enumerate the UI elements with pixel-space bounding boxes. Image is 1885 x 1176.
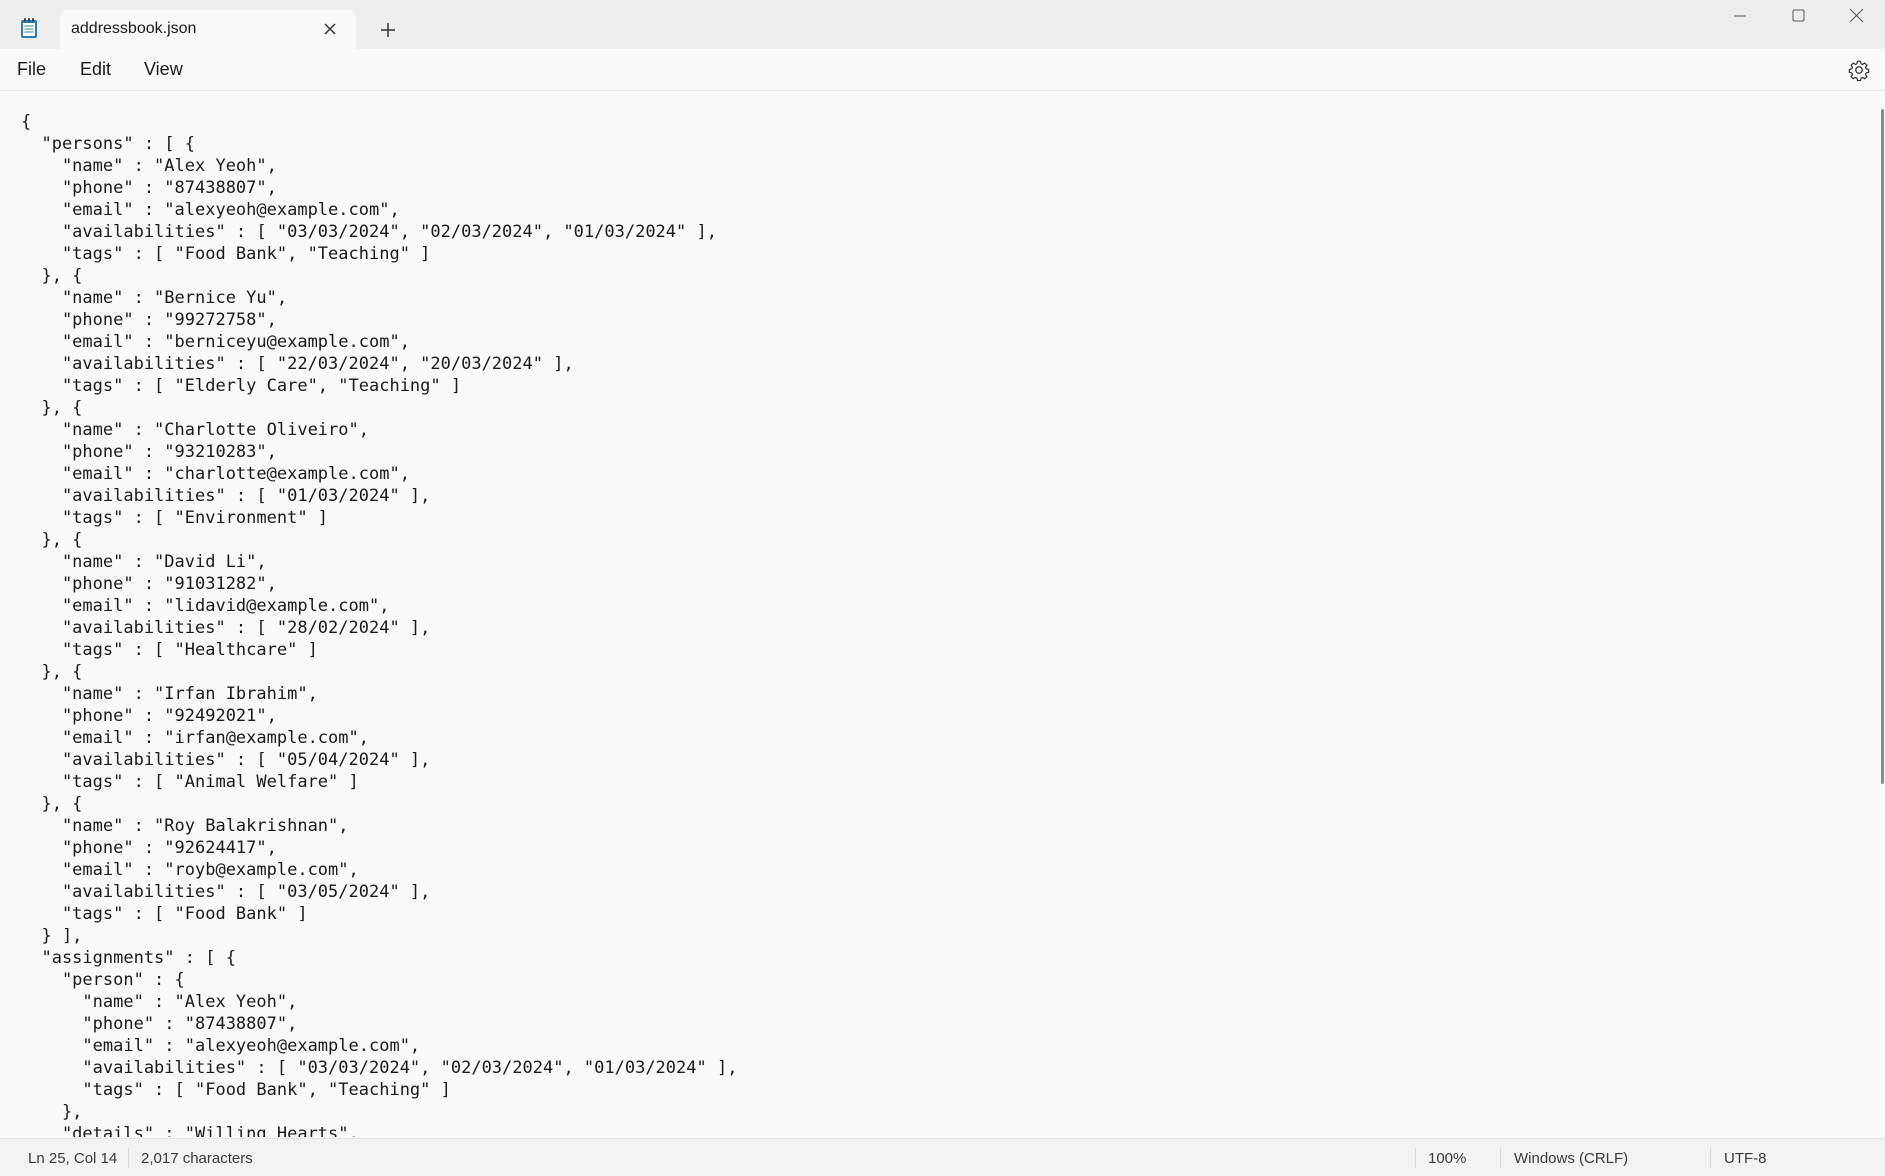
editor-line[interactable]: "email" : "royb@example.com",	[21, 860, 359, 880]
editor-line[interactable]: "name" : "Alex Yeoh",	[21, 156, 277, 176]
menu-view[interactable]: View	[144, 59, 183, 80]
minimize-icon	[1734, 15, 1746, 17]
editor-line[interactable]: }, {	[21, 794, 82, 814]
character-count: 2,017 characters	[141, 1150, 253, 1167]
editor-line[interactable]: }, {	[21, 530, 82, 550]
cursor-position[interactable]: Ln 25, Col 14	[28, 1150, 117, 1167]
close-icon[interactable]	[320, 19, 340, 39]
editor-line[interactable]: "name" : "Irfan Ibrahim",	[21, 684, 318, 704]
editor-line[interactable]: "phone" : "99272758",	[21, 310, 277, 330]
editor-line[interactable]: "phone" : "93210283",	[21, 442, 277, 462]
status-divider	[1500, 1148, 1501, 1168]
editor-line[interactable]: "phone" : "91031282",	[21, 574, 277, 594]
editor-line[interactable]: "tags" : [ "Food Bank" ]	[21, 904, 308, 924]
close-icon	[1849, 8, 1864, 23]
editor-line[interactable]: "email" : "irfan@example.com",	[21, 728, 369, 748]
editor-line[interactable]: }, {	[21, 266, 82, 286]
menu-bar: File Edit View	[0, 49, 1885, 91]
text-editor[interactable]: { "persons" : [ { "name" : "Alex Yeoh", …	[0, 91, 1885, 1137]
maximize-button[interactable]	[1770, 0, 1828, 33]
editor-line[interactable]: "name" : "David Li",	[21, 552, 267, 572]
editor-line[interactable]: "email" : "lidavid@example.com",	[21, 596, 390, 616]
menu-edit[interactable]: Edit	[80, 59, 111, 80]
gear-icon[interactable]	[1848, 59, 1870, 82]
scrollbar-thumb[interactable]	[1881, 109, 1884, 784]
editor-line[interactable]: "details" : "Willing Hearts",	[21, 1124, 359, 1137]
editor-line[interactable]: "availabilities" : [ "28/02/2024" ],	[21, 618, 430, 638]
editor-line[interactable]: "tags" : [ "Animal Welfare" ]	[21, 772, 359, 792]
editor-line[interactable]: "email" : "charlotte@example.com",	[21, 464, 410, 484]
editor-line[interactable]: "availabilities" : [ "03/03/2024", "02/0…	[21, 222, 717, 242]
editor-line[interactable]: "tags" : [ "Elderly Care", "Teaching" ]	[21, 376, 461, 396]
line-ending[interactable]: Windows (CRLF)	[1514, 1150, 1628, 1167]
maximize-icon	[1792, 9, 1805, 22]
editor-line[interactable]: "phone" : "92624417",	[21, 838, 277, 858]
editor-line[interactable]: } ],	[21, 926, 82, 946]
encoding[interactable]: UTF-8	[1724, 1150, 1767, 1167]
editor-line[interactable]: "name" : "Alex Yeoh",	[21, 992, 297, 1012]
editor-line[interactable]: "availabilities" : [ "01/03/2024" ],	[21, 486, 430, 506]
editor-line[interactable]: }, {	[21, 662, 82, 682]
editor-line[interactable]: "availabilities" : [ "05/04/2024" ],	[21, 750, 430, 770]
window-close-button[interactable]	[1828, 0, 1885, 33]
editor-line[interactable]: {	[21, 112, 31, 132]
title-bar[interactable]: addressbook.json	[0, 0, 1885, 49]
menu-file[interactable]: File	[17, 59, 46, 80]
editor-line[interactable]: "persons" : [ {	[21, 134, 195, 154]
plus-icon[interactable]	[376, 18, 400, 42]
status-divider	[1710, 1148, 1711, 1168]
editor-line[interactable]: "tags" : [ "Environment" ]	[21, 508, 328, 528]
status-divider	[1415, 1148, 1416, 1168]
editor-line[interactable]: "email" : "berniceyu@example.com",	[21, 332, 410, 352]
editor-line[interactable]: "person" : {	[21, 970, 185, 990]
editor-line[interactable]: "availabilities" : [ "03/05/2024" ],	[21, 882, 430, 902]
editor-line[interactable]: "tags" : [ "Food Bank", "Teaching" ]	[21, 1080, 450, 1100]
notepad-window: addressbook.json File Edit View {"perso…	[0, 0, 1885, 1176]
editor-content[interactable]: { "persons" : [ { "name" : "Alex Yeoh", …	[21, 111, 737, 1137]
tab-title: addressbook.json	[71, 20, 197, 37]
editor-line[interactable]: }, {	[21, 398, 82, 418]
editor-line[interactable]: "tags" : [ "Healthcare" ]	[21, 640, 318, 660]
editor-line[interactable]: "name" : "Roy Balakrishnan",	[21, 816, 349, 836]
editor-line[interactable]: "phone" : "87438807",	[21, 178, 277, 198]
editor-line[interactable]: "availabilities" : [ "22/03/2024", "20/0…	[21, 354, 574, 374]
editor-line[interactable]: "email" : "alexyeoh@example.com",	[21, 1036, 420, 1056]
editor-line[interactable]: "phone" : "87438807",	[21, 1014, 297, 1034]
editor-line[interactable]: "email" : "alexyeoh@example.com",	[21, 200, 400, 220]
editor-line[interactable]: "tags" : [ "Food Bank", "Teaching" ]	[21, 244, 430, 264]
notepad-app-icon	[20, 17, 38, 39]
editor-line[interactable]: "assignments" : [ {	[21, 948, 235, 968]
tab-addressbook-json[interactable]: addressbook.json	[60, 10, 356, 49]
status-bar: Ln 25, Col 14 2,017 characters 100% Wind…	[0, 1138, 1885, 1176]
minimize-button[interactable]	[1712, 0, 1770, 33]
vertical-scrollbar[interactable]	[1873, 91, 1885, 1137]
editor-line[interactable]: "name" : "Charlotte Oliveiro",	[21, 420, 369, 440]
zoom-level[interactable]: 100%	[1428, 1150, 1466, 1167]
status-divider	[128, 1148, 129, 1168]
editor-line[interactable]: },	[21, 1102, 82, 1122]
editor-line[interactable]: "availabilities" : [ "03/03/2024", "02/0…	[21, 1058, 737, 1078]
editor-line[interactable]: "name" : "Bernice Yu",	[21, 288, 287, 308]
editor-line[interactable]: "phone" : "92492021",	[21, 706, 277, 726]
